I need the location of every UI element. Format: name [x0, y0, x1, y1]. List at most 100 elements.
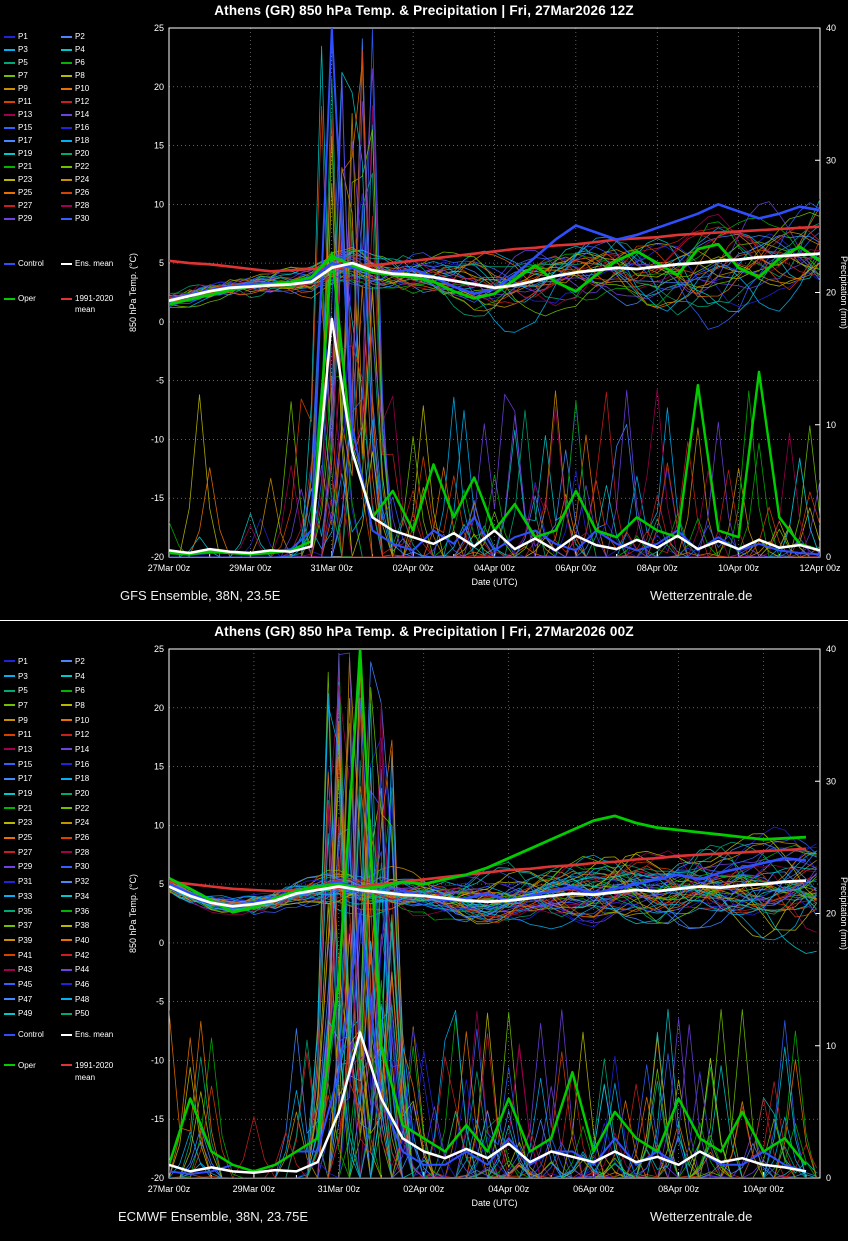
legend-line-swatch-icon	[61, 910, 72, 912]
svg-text:Precipitation (mm): Precipitation (mm)	[839, 256, 848, 329]
legend-line-swatch-icon	[4, 807, 15, 809]
legend-line-swatch-icon	[61, 998, 72, 1000]
legend-label: Oper	[18, 1061, 36, 1070]
svg-text:0: 0	[826, 1173, 831, 1183]
legend-item-member: P7	[4, 69, 61, 82]
legend-label: 1991-2020	[75, 294, 113, 303]
legend-item-member: P17	[4, 134, 61, 147]
svg-text:-15: -15	[151, 1114, 164, 1124]
legend-item-member: P38	[61, 918, 123, 933]
gfs-chart-title: Athens (GR) 850 hPa Temp. & Precipitatio…	[0, 3, 848, 18]
legend-label: Control	[18, 1030, 44, 1039]
legend-item-member: P15	[4, 121, 61, 134]
legend-label: P25	[18, 833, 32, 842]
svg-text:08Apr 00z: 08Apr 00z	[637, 563, 679, 573]
legend-label: P8	[75, 71, 85, 80]
legend-item-member: P50	[61, 1007, 123, 1022]
legend-item-member: P19	[4, 147, 61, 160]
legend-line-swatch-icon	[61, 866, 72, 868]
svg-text:Date (UTC): Date (UTC)	[471, 1198, 517, 1208]
legend-label: P11	[18, 97, 32, 106]
legend-line-swatch-icon	[4, 954, 15, 956]
legend-line-swatch-icon	[61, 263, 72, 265]
legend-item-member: P6	[61, 683, 123, 698]
legend-item-member: P34	[61, 889, 123, 904]
svg-text:25: 25	[154, 23, 164, 33]
legend-line-swatch-icon	[4, 866, 15, 868]
legend-line-swatch-icon	[61, 983, 72, 985]
legend-label: 1991-2020	[75, 1061, 113, 1070]
legend-item-member: P18	[61, 772, 123, 787]
legend-item-member: P31	[4, 874, 61, 889]
legend-label: P14	[75, 110, 89, 119]
svg-text:12Apr 00z: 12Apr 00z	[799, 563, 841, 573]
svg-text:Date (UTC): Date (UTC)	[471, 577, 517, 587]
svg-text:06Apr 00z: 06Apr 00z	[573, 1184, 615, 1194]
legend-line-swatch-icon	[61, 822, 72, 824]
svg-text:04Apr 00z: 04Apr 00z	[474, 563, 516, 573]
legend-label: P40	[75, 936, 89, 945]
gfs-ensemble-panel: 2520151050-5-10-15-2040302010027Mar 00z2…	[0, 0, 848, 620]
legend-item-member: P9	[4, 713, 61, 728]
legend-line-swatch-icon	[61, 218, 72, 220]
legend-label: P49	[18, 1009, 32, 1018]
legend-line-swatch-icon	[61, 88, 72, 90]
watermark-ecmwf: Wetterzentrale.de	[650, 1209, 752, 1224]
legend-item-member: P16	[61, 121, 123, 134]
legend-item-member: P1	[4, 654, 61, 669]
legend-label: P42	[75, 951, 89, 960]
legend-label: P21	[18, 804, 32, 813]
gfs-legend: P1P2P3P4P5P6P7P8P9P10P11P12P13P14P15P16P…	[4, 30, 133, 314]
ecmwf-legend: P1P2P3P4P5P6P7P8P9P10P11P12P13P14P15P16P…	[4, 654, 133, 1082]
legend-label: P6	[75, 58, 85, 67]
legend-line-swatch-icon	[61, 793, 72, 795]
legend-line-swatch-icon	[4, 205, 15, 207]
svg-text:-5: -5	[156, 376, 164, 386]
svg-text:30: 30	[826, 776, 836, 786]
legend-item-oper: Oper	[4, 292, 61, 305]
legend-line-swatch-icon	[4, 660, 15, 662]
legend-label: P21	[18, 162, 32, 171]
legend-line-swatch-icon	[4, 62, 15, 64]
legend-item-member: P20	[61, 786, 123, 801]
svg-text:31Mar 00z: 31Mar 00z	[318, 1184, 361, 1194]
legend-item-member: P4	[61, 43, 123, 56]
legend-line-swatch-icon	[4, 910, 15, 912]
legend-line-swatch-icon	[61, 837, 72, 839]
legend-item-member: P13	[4, 742, 61, 757]
legend-item-member: P17	[4, 772, 61, 787]
legend-item-member: P22	[61, 160, 123, 173]
legend-line-swatch-icon	[61, 62, 72, 64]
legend-line-swatch-icon	[4, 1034, 15, 1036]
svg-text:-20: -20	[151, 1173, 164, 1183]
svg-text:5: 5	[159, 258, 164, 268]
legend-label: P37	[18, 921, 32, 930]
legend-label: P22	[75, 162, 89, 171]
legend-label: P13	[18, 745, 32, 754]
svg-text:06Apr 00z: 06Apr 00z	[555, 563, 597, 573]
svg-text:-10: -10	[151, 434, 164, 444]
legend-label: P50	[75, 1009, 89, 1018]
legend-label: P5	[18, 58, 28, 67]
svg-text:10Apr 00z: 10Apr 00z	[718, 563, 760, 573]
legend-label: P29	[18, 214, 32, 223]
legend-label: P45	[18, 980, 32, 989]
legend-item-member: P11	[4, 727, 61, 742]
legend-line-swatch-icon	[4, 1064, 15, 1066]
legend-line-swatch-icon	[4, 719, 15, 721]
legend-line-swatch-icon	[61, 1064, 72, 1066]
legend-label: P1	[18, 657, 28, 666]
legend-item-member: P33	[4, 889, 61, 904]
legend-label: P23	[18, 175, 32, 184]
legend-label: P19	[18, 149, 32, 158]
legend-item-member: P14	[61, 108, 123, 121]
legend-label: P11	[18, 730, 32, 739]
svg-text:10: 10	[826, 1041, 836, 1051]
legend-line-swatch-icon	[61, 298, 72, 300]
legend-line-swatch-icon	[61, 719, 72, 721]
legend-label: P36	[75, 907, 89, 916]
legend-line-swatch-icon	[61, 153, 72, 155]
legend-line-swatch-icon	[4, 998, 15, 1000]
svg-text:30: 30	[826, 155, 836, 165]
legend-label: P7	[18, 701, 28, 710]
